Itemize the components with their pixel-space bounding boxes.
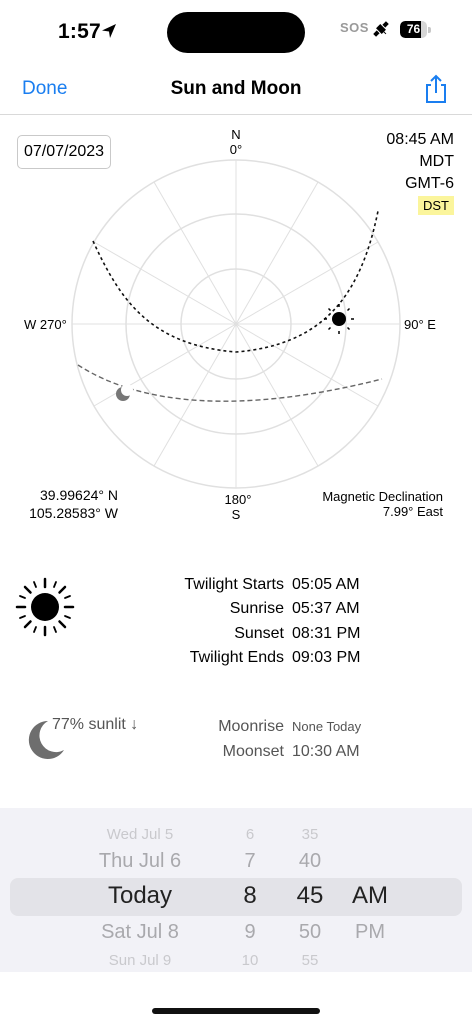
- moonrise-time: None Today: [292, 719, 362, 734]
- picker-date-option[interactable]: Sun Jul 9: [60, 952, 220, 969]
- sunset-time: 08:31 PM: [292, 624, 361, 642]
- magnetic-declination-label: Magnetic Declination: [322, 489, 443, 504]
- share-icon[interactable]: [424, 74, 448, 104]
- timezone-label: MDT: [419, 153, 454, 170]
- sunrise-label: Sunrise: [229, 600, 284, 618]
- picker-minute-option[interactable]: 40: [282, 850, 338, 873]
- coordinates: 39.99624° N 105.28583° W: [0, 486, 118, 522]
- home-indicator[interactable]: [152, 1008, 320, 1014]
- sos-indicator: SOS: [340, 20, 369, 35]
- twilight-starts-time: 05:05 AM: [292, 576, 360, 593]
- magnetic-declination-value: 7.99° East: [382, 504, 443, 519]
- dynamic-island: [167, 12, 305, 53]
- twilight-ends-label: Twilight Ends: [189, 648, 284, 666]
- south-letter: S: [231, 507, 241, 522]
- moonset-time: 10:30 AM: [292, 742, 360, 760]
- picker-ampm-selected[interactable]: AM: [340, 882, 400, 910]
- picker-ampm-option[interactable]: PM: [340, 921, 400, 944]
- picker-date-option[interactable]: Thu Jul 6: [60, 850, 220, 873]
- picker-hour-selected[interactable]: 8: [222, 882, 278, 910]
- time-readout: 08:45 AM MDT GMT-6: [386, 129, 454, 195]
- time-value: 08:45 AM: [386, 131, 454, 148]
- location-arrow-icon: [102, 24, 116, 38]
- sunrise-time: 05:37 AM: [292, 600, 360, 618]
- north-degrees: 0°: [229, 142, 243, 157]
- west-label: W 270°: [24, 317, 67, 332]
- twilight-starts-label: Twilight Starts: [184, 576, 284, 593]
- moonset-label: Moonset: [222, 742, 284, 760]
- moon-position-icon: [116, 384, 133, 401]
- sun-event-labels: Twilight Starts Sunrise Sunset Twilight …: [110, 573, 284, 670]
- status-time: 1:57: [58, 20, 101, 43]
- picker-hour-option[interactable]: 9: [222, 921, 278, 944]
- gmt-offset-label: GMT-6: [405, 175, 454, 192]
- picker-hour-option[interactable]: 10: [222, 952, 278, 969]
- battery-indicator: 76: [400, 21, 432, 38]
- twilight-ends-time: 09:03 PM: [292, 648, 361, 666]
- picker-hour-option[interactable]: 6: [222, 826, 278, 843]
- date-field[interactable]: 07/07/2023: [17, 135, 111, 169]
- picker-hour-option[interactable]: 7: [222, 850, 278, 873]
- moonrise-label: Moonrise: [218, 718, 284, 735]
- picker-date-selected[interactable]: Today: [60, 882, 220, 910]
- south-degrees: 180°: [224, 492, 252, 507]
- longitude: 105.28583° W: [29, 505, 118, 521]
- moon-event-times: None Today 10:30 AM: [292, 715, 361, 764]
- picker-minute-option[interactable]: 55: [282, 952, 338, 969]
- battery-percent: 76: [406, 22, 421, 36]
- east-label: 90° E: [404, 317, 436, 332]
- dst-badge: DST: [418, 196, 454, 215]
- picker-minute-option[interactable]: 35: [282, 826, 338, 843]
- sunset-label: Sunset: [234, 624, 284, 642]
- page-title: Sun and Moon: [170, 78, 302, 99]
- satellite-icon: [373, 21, 389, 37]
- sun-position-icon: [324, 304, 354, 334]
- magnetic-declination: Magnetic Declination 7.99° East: [322, 489, 443, 519]
- picker-minute-selected[interactable]: 45: [282, 882, 338, 910]
- latitude: 39.99624° N: [40, 487, 118, 503]
- picker-date-option[interactable]: Wed Jul 5: [60, 826, 220, 843]
- north-letter: N: [231, 127, 241, 142]
- sun-icon: [15, 577, 75, 637]
- moon-event-labels: Moonrise Moonset: [150, 715, 284, 764]
- sun-event-times: 05:05 AM 05:37 AM 08:31 PM 09:03 PM: [292, 573, 360, 670]
- picker-minute-option[interactable]: 50: [282, 921, 338, 944]
- moon-sunlit-percent: 77% sunlit ↓: [52, 716, 139, 733]
- picker-date-option[interactable]: Sat Jul 8: [60, 921, 220, 944]
